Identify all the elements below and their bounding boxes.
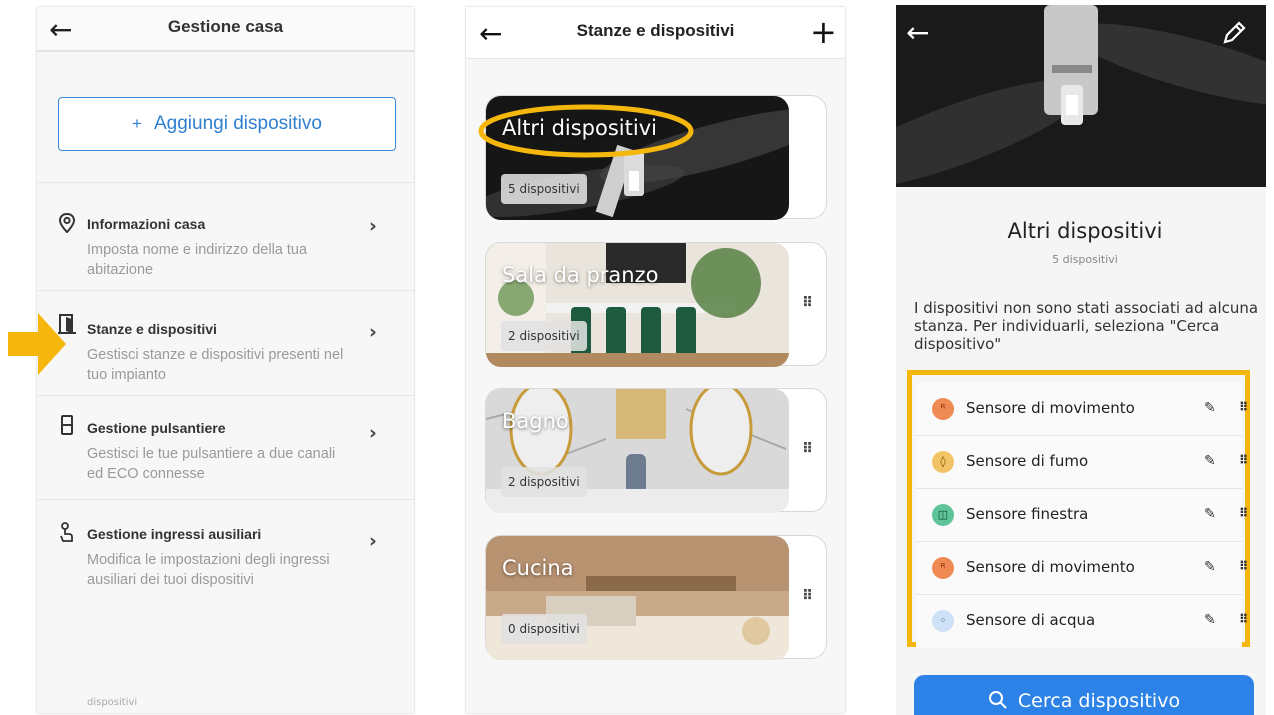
menu-item-title: Gestione pulsantiere [87,420,226,436]
menu-item-aux-inputs[interactable]: Gestione ingressi ausiliari Modifica le … [37,499,414,649]
room-device-count: 5 dispositivi [501,174,587,204]
room-device-count: 0 dispositivi [501,614,587,644]
menu-item-home-info[interactable]: Informazioni casa Imposta nome e indiriz… [37,182,414,290]
chevron-right-icon: › [369,321,377,343]
plus-icon: + [132,114,142,133]
edit-pencil-icon[interactable]: ✎ [1204,400,1216,416]
add-device-button[interactable]: + Aggiungi dispositivo [58,97,396,151]
motion-icon: ᴿ [932,557,954,579]
edit-pencil-icon[interactable]: ✎ [1204,506,1216,522]
drag-handle-icon[interactable]: ⠿ [1239,506,1248,520]
header: ← Stanze e dispositivi + [466,7,845,59]
rooms-devices-screen: ← Stanze e dispositivi + Altri dispositi… [466,7,845,713]
menu-item-description: Imposta nome e indirizzo della tua abita… [87,242,308,278]
edit-pencil-icon[interactable]: ✎ [1204,559,1216,575]
location-pin-icon [58,213,76,233]
chevron-right-icon: › [369,215,377,237]
device-name: Sensore finestra [966,505,1089,523]
pencil-icon[interactable] [1220,19,1248,47]
search-device-label: Cerca dispositivo [1017,690,1181,712]
home-management-screen: ← Gestione casa + Aggiungi dispositivo In… [37,7,414,713]
highlight-arrow-icon [8,313,66,375]
drag-handle-icon[interactable]: ⠿ [802,441,813,457]
drag-handle-icon[interactable]: ⠿ [1239,612,1248,626]
smoke-icon: ◊ [932,451,954,473]
header: ← Gestione casa [37,7,414,52]
edit-pencil-icon[interactable]: ✎ [1204,453,1216,469]
menu-item-title: Informazioni casa [87,216,206,232]
motion-icon: ᴿ [932,398,954,420]
touch-hand-icon [60,522,73,542]
drag-handle-icon[interactable]: ⠿ [1239,559,1248,573]
menu-item-title: Stanze e dispositivi [87,321,217,337]
room-detail-screen: ← Altri dispositivi 5 dispositivi I disp… [896,5,1266,715]
room-device-count: 2 dispositivi [501,321,587,351]
drag-handle-icon[interactable]: ⠿ [802,295,813,311]
switch-panel-icon [61,415,73,435]
room-card-sala-da-pranzo[interactable]: Sala da pranzo 2 dispositivi ⠿ [485,242,827,367]
search-device-button[interactable]: Cerca dispositivo [914,675,1254,715]
device-list: ᴿ Sensore di movimento ✎ ⠿ ◊ Sensore di … [907,370,1250,648]
room-name: Sala da pranzo [502,263,659,287]
menu-item-description: Gestisci le tue pulsantiere a due canali… [87,446,336,482]
room-title: Altri dispositivi [1007,219,1163,243]
room-device-count: 2 dispositivi [501,467,587,497]
menu-item-rooms-devices[interactable]: Stanze e dispositivi Gestisci stanze e d… [37,290,414,395]
menu-item-description: Modifica le impostazioni degli ingressi … [87,552,330,588]
highlight-ellipse [478,104,694,158]
room-image: Bagno 2 dispositivi [486,389,789,513]
room-name: Bagno [502,409,569,433]
back-arrow-icon[interactable]: ← [906,17,929,49]
device-row[interactable]: ᴿ Sensore di movimento ✎ ⠿ [916,383,1248,436]
room-description: I dispositivi non sono stati associati a… [914,299,1259,353]
device-row[interactable]: ◊ Sensore di fumo ✎ ⠿ [916,436,1248,489]
chevron-right-icon: › [369,422,377,444]
device-name: Sensore di fumo [966,452,1089,470]
room-image: Sala da pranzo 2 dispositivi [486,243,789,367]
device-row[interactable]: ᴿ Sensore di movimento ✎ ⠿ [916,542,1248,595]
drag-handle-icon[interactable]: ⠿ [1239,400,1248,414]
plus-icon[interactable]: + [810,13,837,51]
chevron-right-icon: › [369,530,377,552]
device-row[interactable]: ◦ Sensore di acqua ✎ ⠿ [916,595,1248,648]
cut-off-text: dispositivi [87,697,138,708]
window-icon: ◫ [932,504,954,526]
device-name: Sensore di movimento [966,558,1135,576]
menu-item-description: Gestisci stanze e dispositivi presenti n… [87,347,344,383]
add-device-label: Aggiungi dispositivo [153,113,322,134]
device-row[interactable]: ◫ Sensore finestra ✎ ⠿ [916,489,1248,542]
search-icon [988,691,1007,709]
room-hero-image: ← [896,5,1266,187]
room-image: Cucina 0 dispositivi [486,536,789,660]
room-card-bagno[interactable]: Bagno 2 dispositivi ⠿ [485,388,827,513]
menu-item-title: Gestione ingressi ausiliari [87,526,262,542]
room-device-count: 5 dispositivi [1052,253,1118,266]
edit-pencil-icon[interactable]: ✎ [1204,612,1216,628]
water-drop-icon: ◦ [932,610,954,632]
drag-handle-icon[interactable]: ⠿ [802,588,813,604]
room-card-cucina[interactable]: Cucina 0 dispositivi ⠿ [485,535,827,660]
menu-item-keypads[interactable]: Gestione pulsantiere Gestisci le tue pul… [37,395,414,499]
device-name: Sensore di movimento [966,399,1135,417]
device-name: Sensore di acqua [966,611,1096,629]
room-name: Cucina [502,556,574,580]
room-card-altri-dispositivi[interactable]: Altri dispositivi 5 dispositivi [478,95,827,220]
page-title: Gestione casa [167,17,284,36]
drag-handle-icon[interactable]: ⠿ [1239,453,1248,467]
page-title: Stanze e dispositivi [576,21,735,40]
